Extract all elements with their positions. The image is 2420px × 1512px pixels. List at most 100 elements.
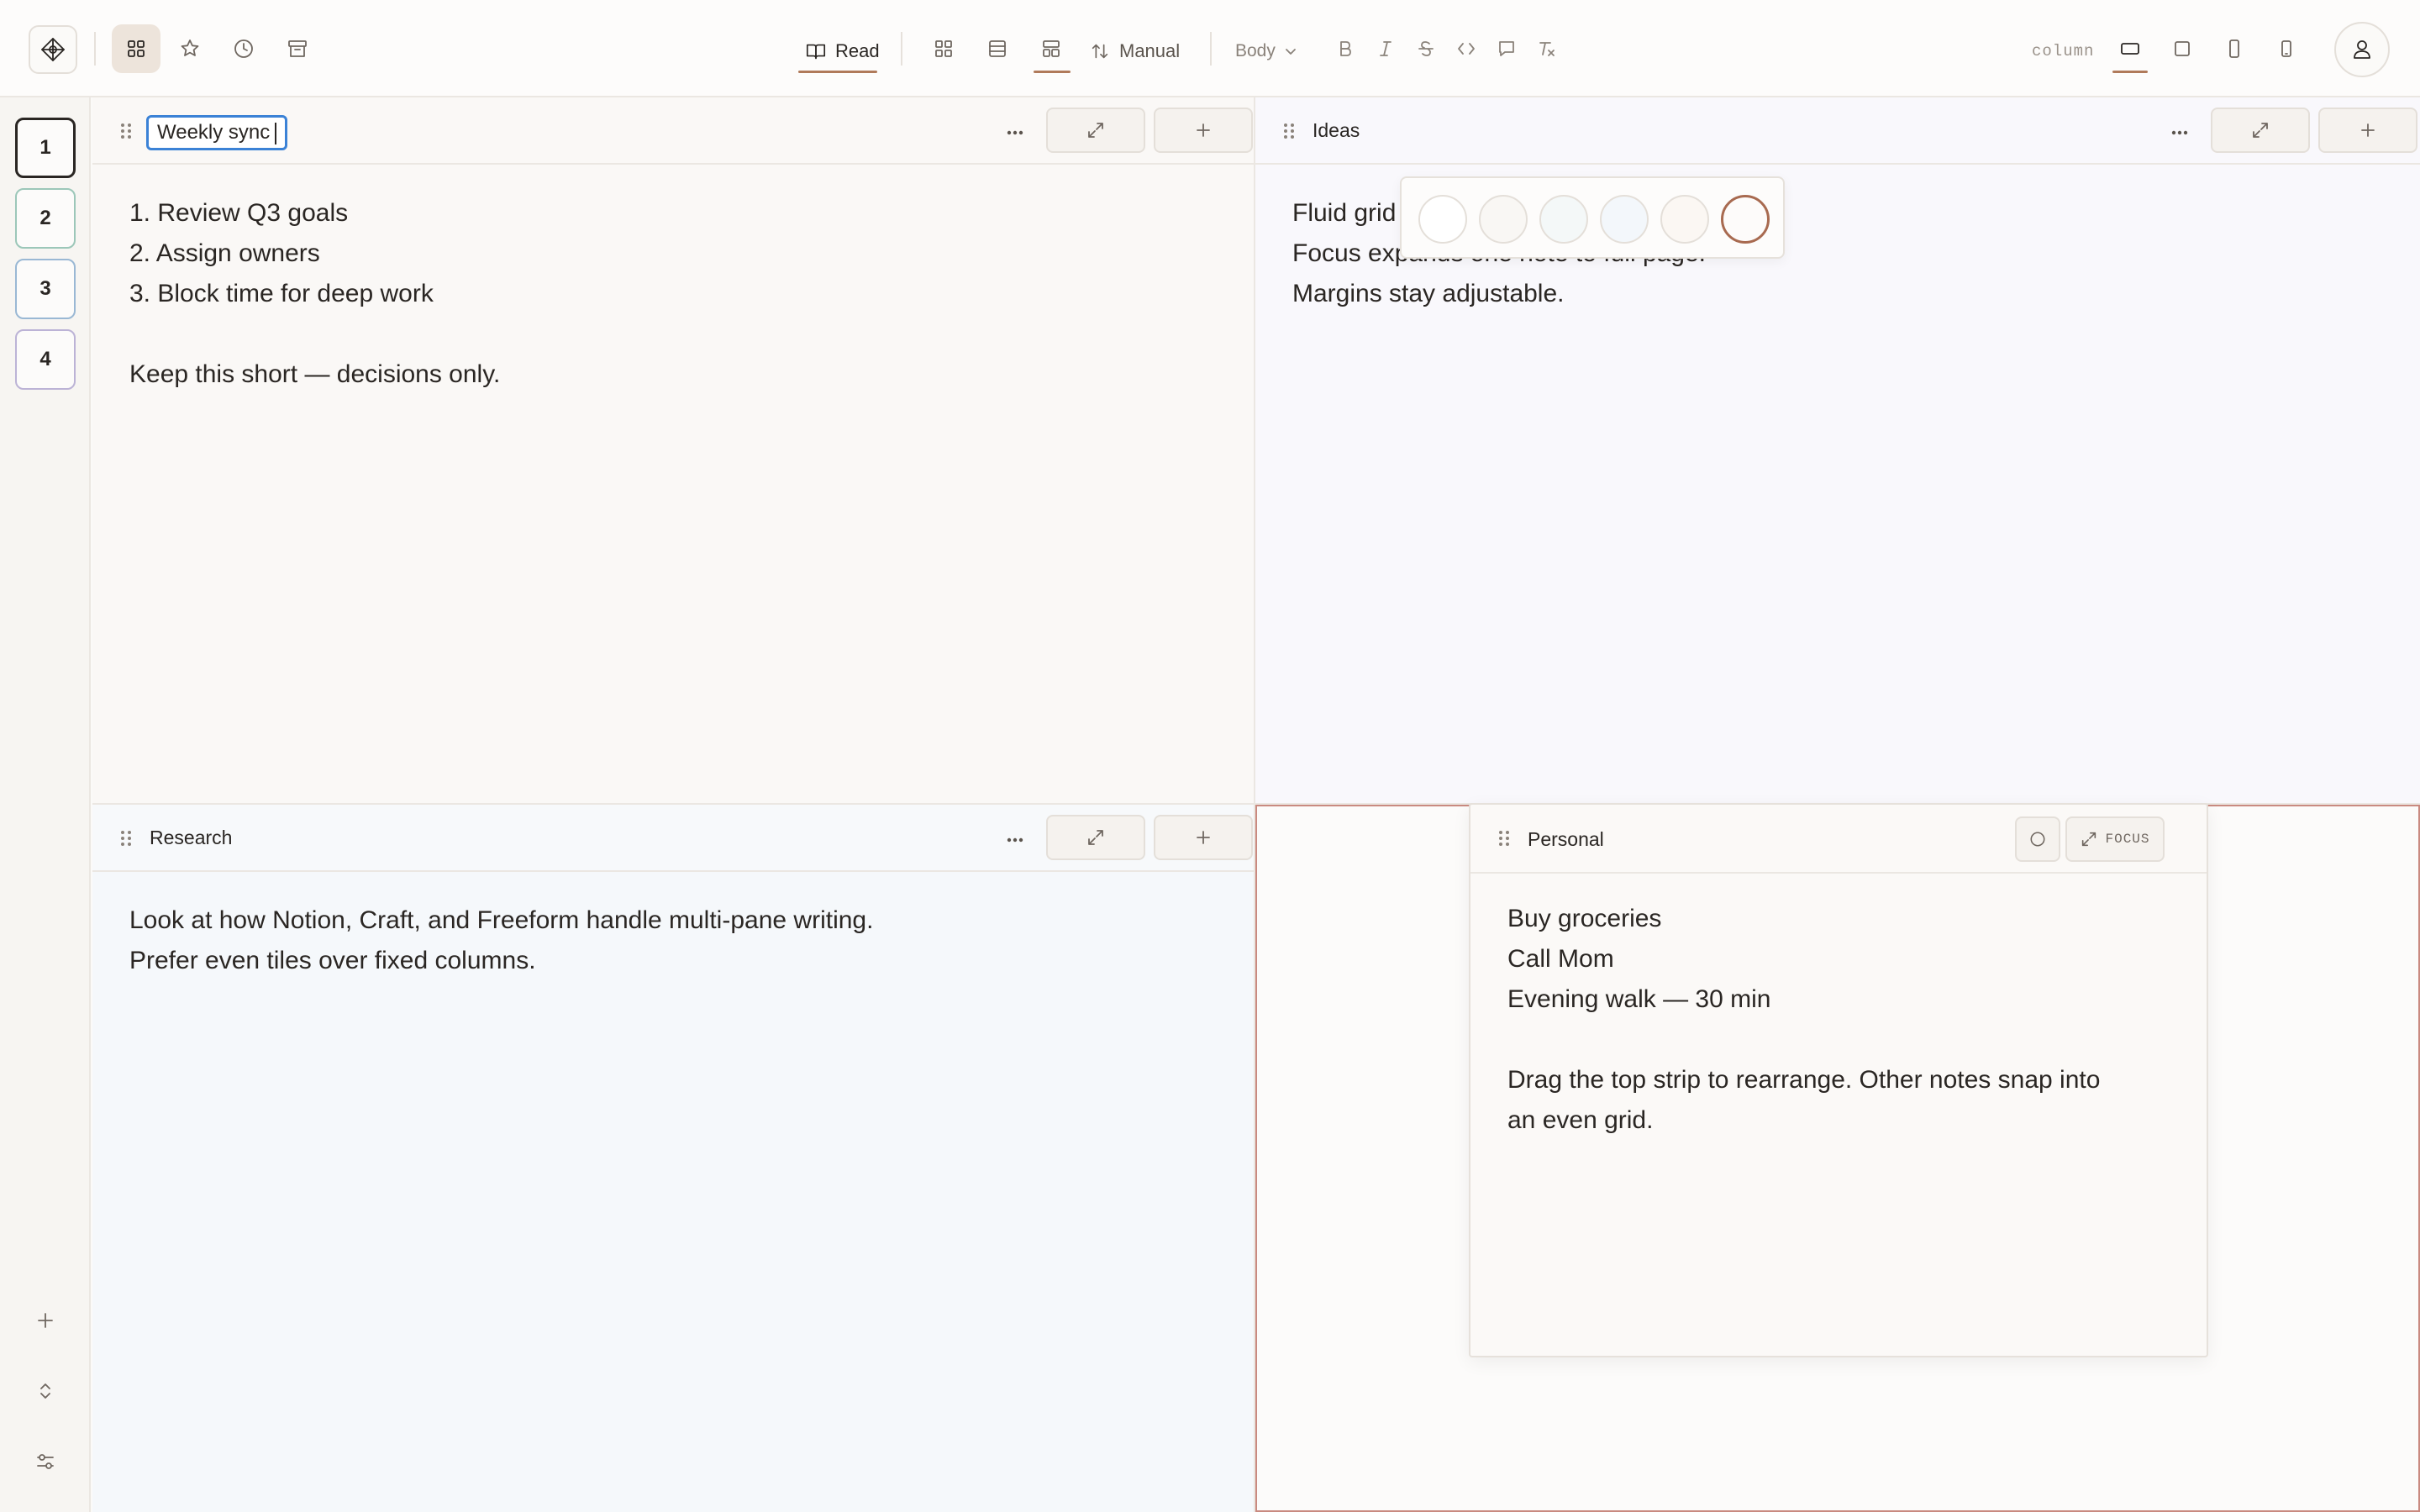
color-swatch-white[interactable]	[1418, 195, 1467, 244]
layout-square-button[interactable]	[2158, 24, 2207, 73]
user-icon	[2354, 40, 2370, 59]
read-mode-label: Read	[835, 40, 880, 61]
settings-button[interactable]	[27, 1443, 64, 1480]
drag-handle-icon	[1499, 831, 1509, 846]
note-line: Keep this short — decisions only.	[129, 360, 501, 388]
expand-icon	[1088, 123, 1103, 138]
page-button-2[interactable]: 2	[15, 188, 76, 249]
note-title-value: Weekly sync	[157, 121, 271, 144]
note-header[interactable]: Weekly sync	[92, 97, 1254, 165]
note-title-input[interactable]: Weekly sync	[146, 115, 288, 150]
expand-icon	[2082, 832, 2096, 847]
sort-label: Manual	[1119, 40, 1181, 61]
clear-format-icon	[1539, 42, 1555, 56]
add-note-button[interactable]	[1154, 815, 1253, 860]
grid-view-button[interactable]	[112, 24, 160, 73]
text-style-select[interactable]: Body	[1235, 29, 1299, 74]
note-line: Buy groceries	[1507, 905, 1662, 932]
plus-icon	[2361, 123, 2375, 137]
drag-handle-icon	[121, 831, 131, 846]
note-content[interactable]: Look at how Notion, Craft, and Freeform …	[129, 900, 873, 981]
note-header[interactable]: Ideas	[1255, 97, 2420, 165]
drag-handle-icon	[121, 123, 131, 139]
plus-icon	[38, 1313, 53, 1328]
note-line: Evening walk — 30 min	[1507, 985, 1771, 1013]
note-line	[1507, 1020, 2100, 1060]
page-rail: 1 2 3 4	[0, 97, 91, 1512]
note-title[interactable]: Research	[150, 827, 232, 849]
note-header[interactable]: Research	[92, 805, 1254, 872]
expand-note-button[interactable]	[1046, 108, 1145, 153]
plus-icon	[1197, 123, 1210, 137]
note-research: Research Look at how Notion, Craft, and …	[92, 805, 1255, 1512]
user-avatar[interactable]	[2334, 22, 2390, 77]
note-line: an even grid.	[1507, 1106, 1654, 1134]
note-weekly-sync: Weekly sync 1. Review Q3 goals 2. Assign…	[92, 97, 1255, 805]
chevron-up-down-icon	[40, 1383, 50, 1399]
masonry-icon	[1043, 40, 1060, 57]
note-title[interactable]: Ideas	[1313, 119, 1360, 142]
color-swatch-blue[interactable]	[1600, 195, 1649, 244]
reorder-pages-button[interactable]	[27, 1373, 64, 1410]
read-mode-tab[interactable]: Read	[798, 29, 886, 74]
logo-button[interactable]	[29, 25, 77, 74]
note-title[interactable]: Personal	[1528, 828, 1604, 851]
add-note-button[interactable]	[2318, 108, 2417, 153]
color-picker-popup	[1400, 176, 1785, 259]
color-swatch-cream[interactable]	[1479, 195, 1528, 244]
add-note-button[interactable]	[1154, 108, 1253, 153]
sort-manual-button[interactable]: Manual	[1089, 29, 1180, 74]
chevron-down-icon	[1285, 49, 1296, 55]
bold-icon	[1340, 41, 1351, 56]
note-content[interactable]: 1. Review Q3 goals 2. Assign owners 3. B…	[129, 193, 500, 395]
archive-button[interactable]	[273, 24, 322, 73]
focus-label: FOCUS	[2105, 832, 2150, 847]
expand-note-button[interactable]	[1046, 815, 1145, 860]
plus-icon	[1197, 831, 1210, 844]
focus-button[interactable]: FOCUS	[2065, 816, 2165, 862]
phone-icon	[2281, 40, 2291, 57]
layout-wide-button[interactable]	[2106, 24, 2154, 73]
note-menu-button[interactable]	[998, 116, 1032, 150]
layout-tall-button[interactable]	[2210, 24, 2259, 73]
expand-icon	[2253, 123, 2268, 138]
note-personal-dragging[interactable]: Personal FOCUS Buy groceries Call Mom Ev…	[1469, 803, 2208, 1357]
page-button-1[interactable]: 1	[15, 118, 76, 178]
italic-icon	[1380, 41, 1392, 56]
tile-layout-button[interactable]	[919, 24, 968, 73]
note-line	[129, 314, 500, 354]
note-line: 3. Block time for deep work	[129, 280, 434, 307]
recent-button[interactable]	[219, 24, 268, 73]
favorites-button[interactable]	[166, 24, 214, 73]
sort-icon	[1092, 44, 1108, 59]
expand-note-button[interactable]	[2211, 108, 2310, 153]
drag-handle[interactable]	[1492, 827, 1516, 850]
drag-handle[interactable]	[114, 827, 138, 850]
circle-icon	[2030, 832, 2045, 847]
logo-icon	[41, 38, 65, 61]
add-page-button[interactable]	[27, 1302, 64, 1339]
clear-format-button[interactable]	[1523, 24, 1571, 73]
book-open-icon	[806, 44, 826, 60]
list-layout-button[interactable]	[973, 24, 1022, 73]
note-line: 1. Review Q3 goals	[129, 199, 349, 227]
drag-handle[interactable]	[1277, 119, 1301, 143]
masonry-layout-button[interactable]	[1027, 24, 1076, 73]
landscape-icon	[2121, 43, 2139, 55]
top-toolbar: Read Manual Body column	[0, 0, 2420, 97]
note-menu-button[interactable]	[2163, 116, 2196, 150]
note-header[interactable]: Personal FOCUS	[1470, 805, 2207, 874]
color-swatch-peach[interactable]	[1660, 195, 1709, 244]
color-button[interactable]	[2015, 816, 2060, 862]
note-menu-button[interactable]	[998, 823, 1032, 857]
layout-phone-button[interactable]	[2262, 24, 2311, 73]
color-swatch-rose-selected[interactable]	[1721, 195, 1770, 244]
color-swatch-mint[interactable]	[1539, 195, 1588, 244]
star-icon	[181, 39, 199, 56]
grid-icon	[128, 40, 145, 57]
drag-handle[interactable]	[114, 119, 138, 143]
note-content[interactable]: Buy groceries Call Mom Evening walk — 30…	[1507, 899, 2100, 1141]
page-button-4[interactable]: 4	[15, 329, 76, 390]
more-horizontal-icon	[1007, 837, 1023, 843]
page-button-3[interactable]: 3	[15, 259, 76, 319]
